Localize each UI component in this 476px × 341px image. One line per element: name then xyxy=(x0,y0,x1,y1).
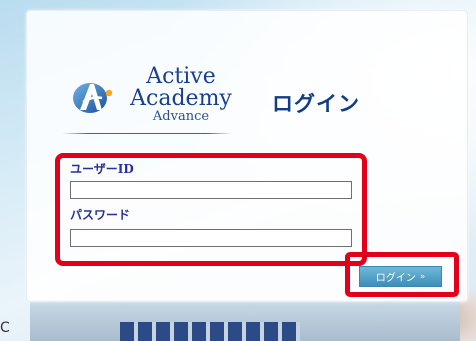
app-logo: Active Academy Advance xyxy=(72,66,242,128)
logo-underline xyxy=(62,133,232,134)
logo-wordmark: Active Academy Advance xyxy=(116,66,246,124)
active-academy-logo-icon xyxy=(73,83,113,113)
logo-line-advance: Advance xyxy=(152,109,210,124)
logo-line-active: Active xyxy=(146,64,216,89)
highlight-form-box xyxy=(55,153,367,266)
highlight-login-button-box xyxy=(345,252,459,297)
background-windows xyxy=(120,322,300,341)
page-title: ログイン xyxy=(272,92,360,116)
logo-line-academy: Academy xyxy=(130,86,232,111)
edge-character: C xyxy=(0,320,10,336)
